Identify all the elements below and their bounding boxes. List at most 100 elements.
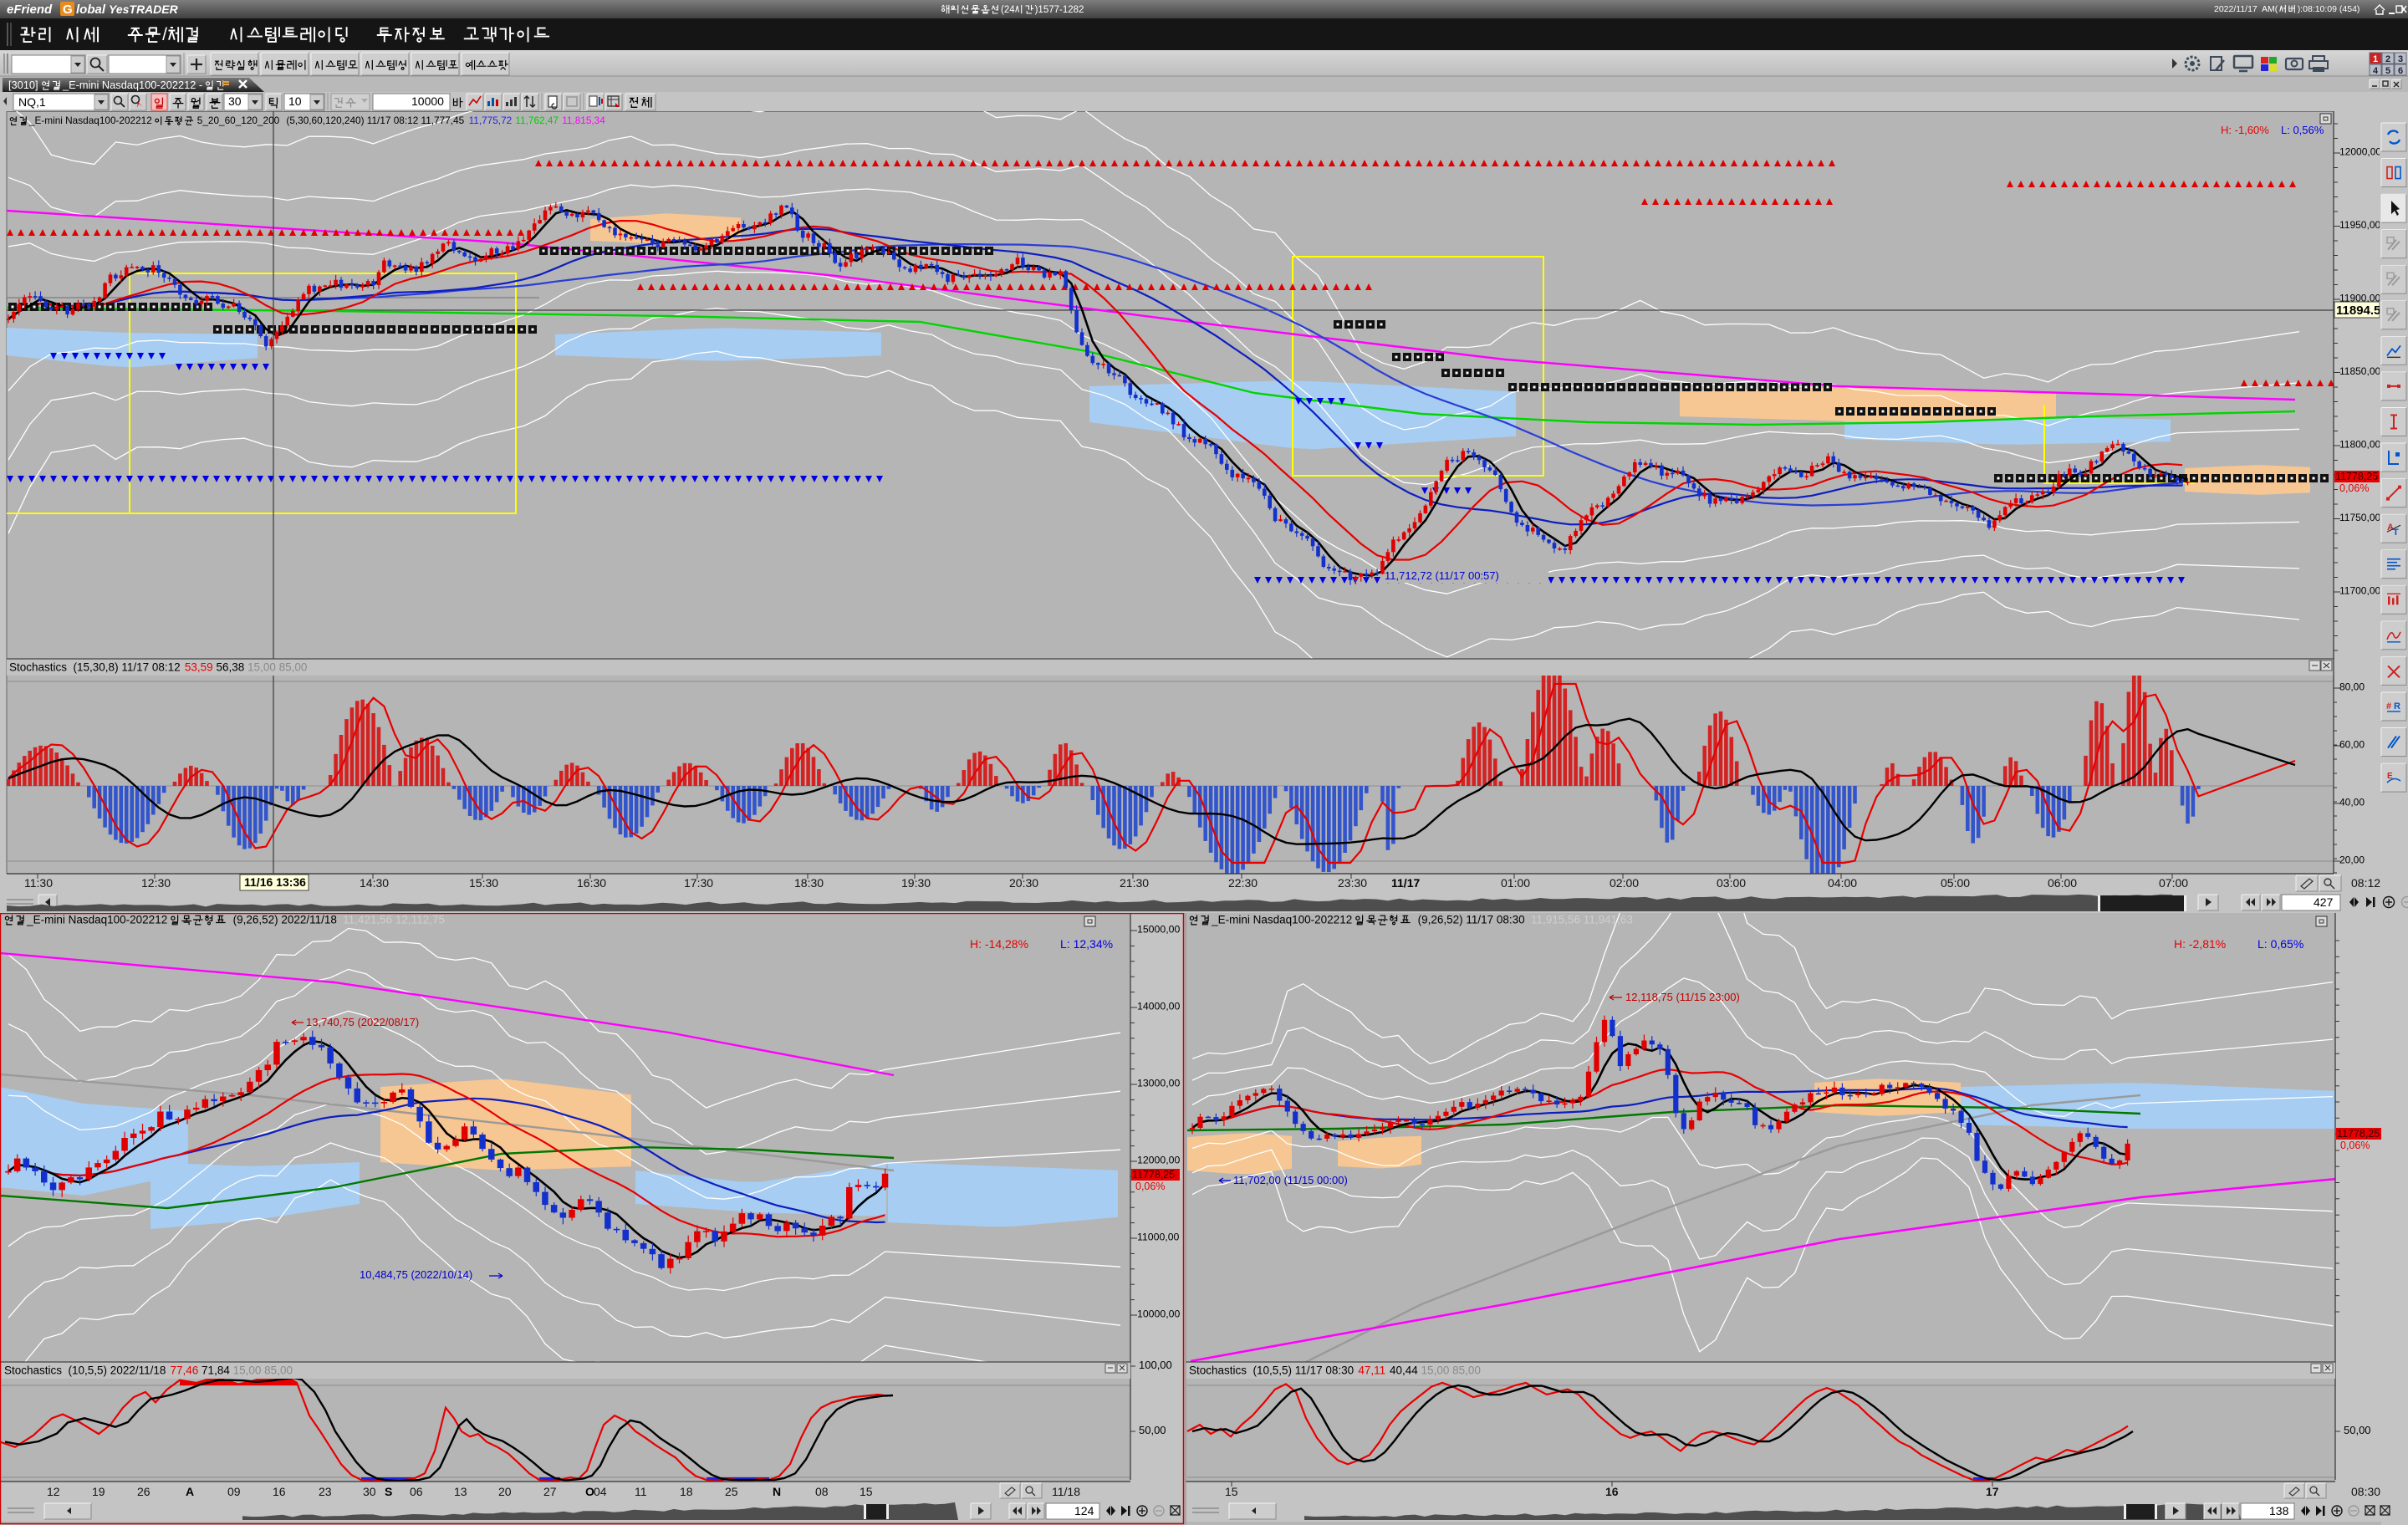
svg-text:11,915,56 11,941,63: 11,915,56 11,941,63 xyxy=(1531,914,1633,926)
svg-text:19:30: 19:30 xyxy=(901,876,931,890)
svg-text:11,762,47: 11,762,47 xyxy=(515,115,561,126)
svg-text:15,00 85,00: 15,00 85,00 xyxy=(244,661,307,674)
svg-text:(9,26,52) 11/17 08:30: (9,26,52) 11/17 08:30 xyxy=(1411,914,1525,926)
svg-text:77,46: 77,46 xyxy=(171,1364,199,1377)
svg-text:11,712,72 (11/17 00:57): 11,712,72 (11/17 00:57) xyxy=(1385,569,1499,582)
svg-text:50,00: 50,00 xyxy=(1139,1424,1166,1436)
svg-text:124: 124 xyxy=(1074,1504,1094,1517)
svg-text:11,815,34: 11,815,34 xyxy=(562,115,605,126)
svg-text:10000,00: 10000,00 xyxy=(1137,1308,1180,1320)
svg-text:08:30: 08:30 xyxy=(2351,1485,2380,1498)
svg-text:11,421,56 12,112,75: 11,421,56 12,112,75 xyxy=(343,914,445,926)
svg-text:_E-mini Nasdaq100-202212: _E-mini Nasdaq100-202212 xyxy=(26,914,171,926)
svg-text:01:00: 01:00 xyxy=(1501,876,1530,890)
svg-text:1: 1 xyxy=(2373,54,2378,64)
svg-text:17:30: 17:30 xyxy=(684,876,713,890)
svg-text:[3010]: [3010] xyxy=(8,79,41,91)
svg-text:N: N xyxy=(773,1485,781,1498)
svg-text:138: 138 xyxy=(2269,1504,2289,1517)
svg-text:11/18: 11/18 xyxy=(1052,1485,1080,1498)
svg-text:23:30: 23:30 xyxy=(1338,876,1367,890)
svg-text:0,06%: 0,06% xyxy=(2339,482,2369,494)
svg-text:12,118,75 (11/15 23:00): 12,118,75 (11/15 23:00) xyxy=(1625,991,1740,1003)
svg-text:(9,26,52) 2022/11/18: (9,26,52) 2022/11/18 xyxy=(227,914,337,926)
svg-text:47,11: 47,11 xyxy=(1358,1364,1385,1377)
svg-text:11800,00: 11800,00 xyxy=(2339,438,2380,450)
svg-text:06:00: 06:00 xyxy=(2048,876,2077,890)
svg-text:A: A xyxy=(186,1485,194,1498)
svg-text:18: 18 xyxy=(680,1485,693,1498)
svg-text:0,06%: 0,06% xyxy=(1135,1181,1165,1192)
svg-text:16: 16 xyxy=(1605,1485,1619,1498)
svg-text:(24: (24 xyxy=(1001,5,1015,15)
svg-text:NQ,1: NQ,1 xyxy=(18,95,46,109)
svg-text:Stochastics (10,5,5) 11/17 08: Stochastics (10,5,5) 11/17 08:30 xyxy=(1189,1364,1357,1377)
svg-text:11,702,00 (11/15 00:00): 11,702,00 (11/15 00:00) xyxy=(1233,1174,1348,1186)
svg-text:11850,00: 11850,00 xyxy=(2339,365,2380,377)
svg-text:53,59: 53,59 xyxy=(185,661,213,674)
svg-text:L: 0,56%: L: 0,56% xyxy=(2281,124,2324,136)
svg-text:427: 427 xyxy=(2314,895,2334,909)
svg-text:11700,00: 11700,00 xyxy=(2339,584,2380,596)
svg-text:H: -2,81%: H: -2,81% xyxy=(2174,937,2226,951)
svg-text:11778,25: 11778,25 xyxy=(1132,1169,1175,1181)
svg-text:30: 30 xyxy=(363,1485,376,1498)
svg-text:L: 0,65%: L: 0,65% xyxy=(2258,937,2303,951)
svg-text:40,00: 40,00 xyxy=(2339,796,2365,808)
svg-text:15,00 85,00: 15,00 85,00 xyxy=(1418,1364,1481,1377)
svg-text:5_20_60_120_200: 5_20_60_120_200 xyxy=(195,115,280,126)
svg-text:11000,00: 11000,00 xyxy=(1137,1232,1180,1243)
svg-text:50,00: 50,00 xyxy=(2344,1424,2371,1436)
svg-text:15000,00: 15000,00 xyxy=(1137,924,1180,936)
svg-text:2: 2 xyxy=(2385,54,2390,64)
svg-text:13: 13 xyxy=(454,1485,467,1498)
svg-text:11894.5: 11894.5 xyxy=(2336,303,2380,318)
svg-text:15: 15 xyxy=(860,1485,873,1498)
svg-text:_E-mini Nasdaq100-202212: _E-mini Nasdaq100-202212 xyxy=(1211,914,1355,926)
svg-text:S: S xyxy=(385,1485,392,1498)
svg-text:40,44: 40,44 xyxy=(1386,1364,1418,1377)
svg-text:80,00: 80,00 xyxy=(2339,681,2365,692)
svg-text:H: -14,28%: H: -14,28% xyxy=(970,937,1028,951)
svg-text:05:00: 05:00 xyxy=(1941,876,1970,890)
svg-text:):08:10:09 (454): ):08:10:09 (454) xyxy=(2298,4,2360,14)
svg-text:16:30: 16:30 xyxy=(577,876,606,890)
svg-text:09: 09 xyxy=(227,1485,241,1498)
svg-text:19: 19 xyxy=(92,1485,105,1498)
svg-text:11: 11 xyxy=(635,1485,647,1498)
svg-text:L: 12,34%: L: 12,34% xyxy=(1060,937,1113,951)
svg-text:11778,25: 11778,25 xyxy=(2337,1128,2380,1140)
svg-text:14:30: 14:30 xyxy=(360,876,389,890)
svg-text:11/16 13:36: 11/16 13:36 xyxy=(244,875,306,889)
svg-text:11/17: 11/17 xyxy=(1391,876,1420,890)
svg-text:10,484,75 (2022/10/14): 10,484,75 (2022/10/14) xyxy=(360,1268,472,1281)
svg-text:06: 06 xyxy=(410,1485,423,1498)
svg-text:25: 25 xyxy=(725,1485,738,1498)
svg-text:11750,00: 11750,00 xyxy=(2339,512,2380,523)
svg-text:)1577-1282: )1577-1282 xyxy=(1035,5,1084,15)
svg-text:100,00: 100,00 xyxy=(1139,1359,1172,1371)
svg-text:_E-mini Nasdaq100-202212: _E-mini Nasdaq100-202212 xyxy=(28,115,155,126)
svg-text:13,740,75 (2022/08/17): 13,740,75 (2022/08/17) xyxy=(306,1016,419,1028)
svg-text:56,38: 56,38 xyxy=(213,661,245,674)
svg-text:0,06%: 0,06% xyxy=(2340,1140,2370,1151)
svg-text:16: 16 xyxy=(273,1485,286,1498)
svg-text:12000,00: 12000,00 xyxy=(1137,1155,1180,1166)
svg-text:15,00 85,00: 15,00 85,00 xyxy=(230,1364,293,1377)
svg-text:21:30: 21:30 xyxy=(1120,876,1149,890)
svg-text:12:30: 12:30 xyxy=(141,876,171,890)
svg-text:60,00: 60,00 xyxy=(2339,738,2365,750)
svg-text:_E-mini Nasdaq100-202212 -: _E-mini Nasdaq100-202212 - xyxy=(62,79,206,91)
svg-text:27: 27 xyxy=(543,1485,557,1498)
svg-text:15: 15 xyxy=(1225,1485,1238,1498)
svg-text:10000: 10000 xyxy=(411,94,444,108)
svg-text:23: 23 xyxy=(319,1485,332,1498)
svg-text:#: # xyxy=(2386,701,2391,711)
svg-text:04: 04 xyxy=(594,1485,607,1498)
svg-text:11,775,72: 11,775,72 xyxy=(469,115,515,126)
svg-text:/: / xyxy=(162,25,167,44)
svg-text:08:12: 08:12 xyxy=(2351,876,2380,890)
svg-text:G: G xyxy=(63,3,73,17)
svg-text:20: 20 xyxy=(498,1485,512,1498)
svg-text:Stochastics (15,30,8) 11/17 0: Stochastics (15,30,8) 11/17 08:12 xyxy=(9,661,183,674)
